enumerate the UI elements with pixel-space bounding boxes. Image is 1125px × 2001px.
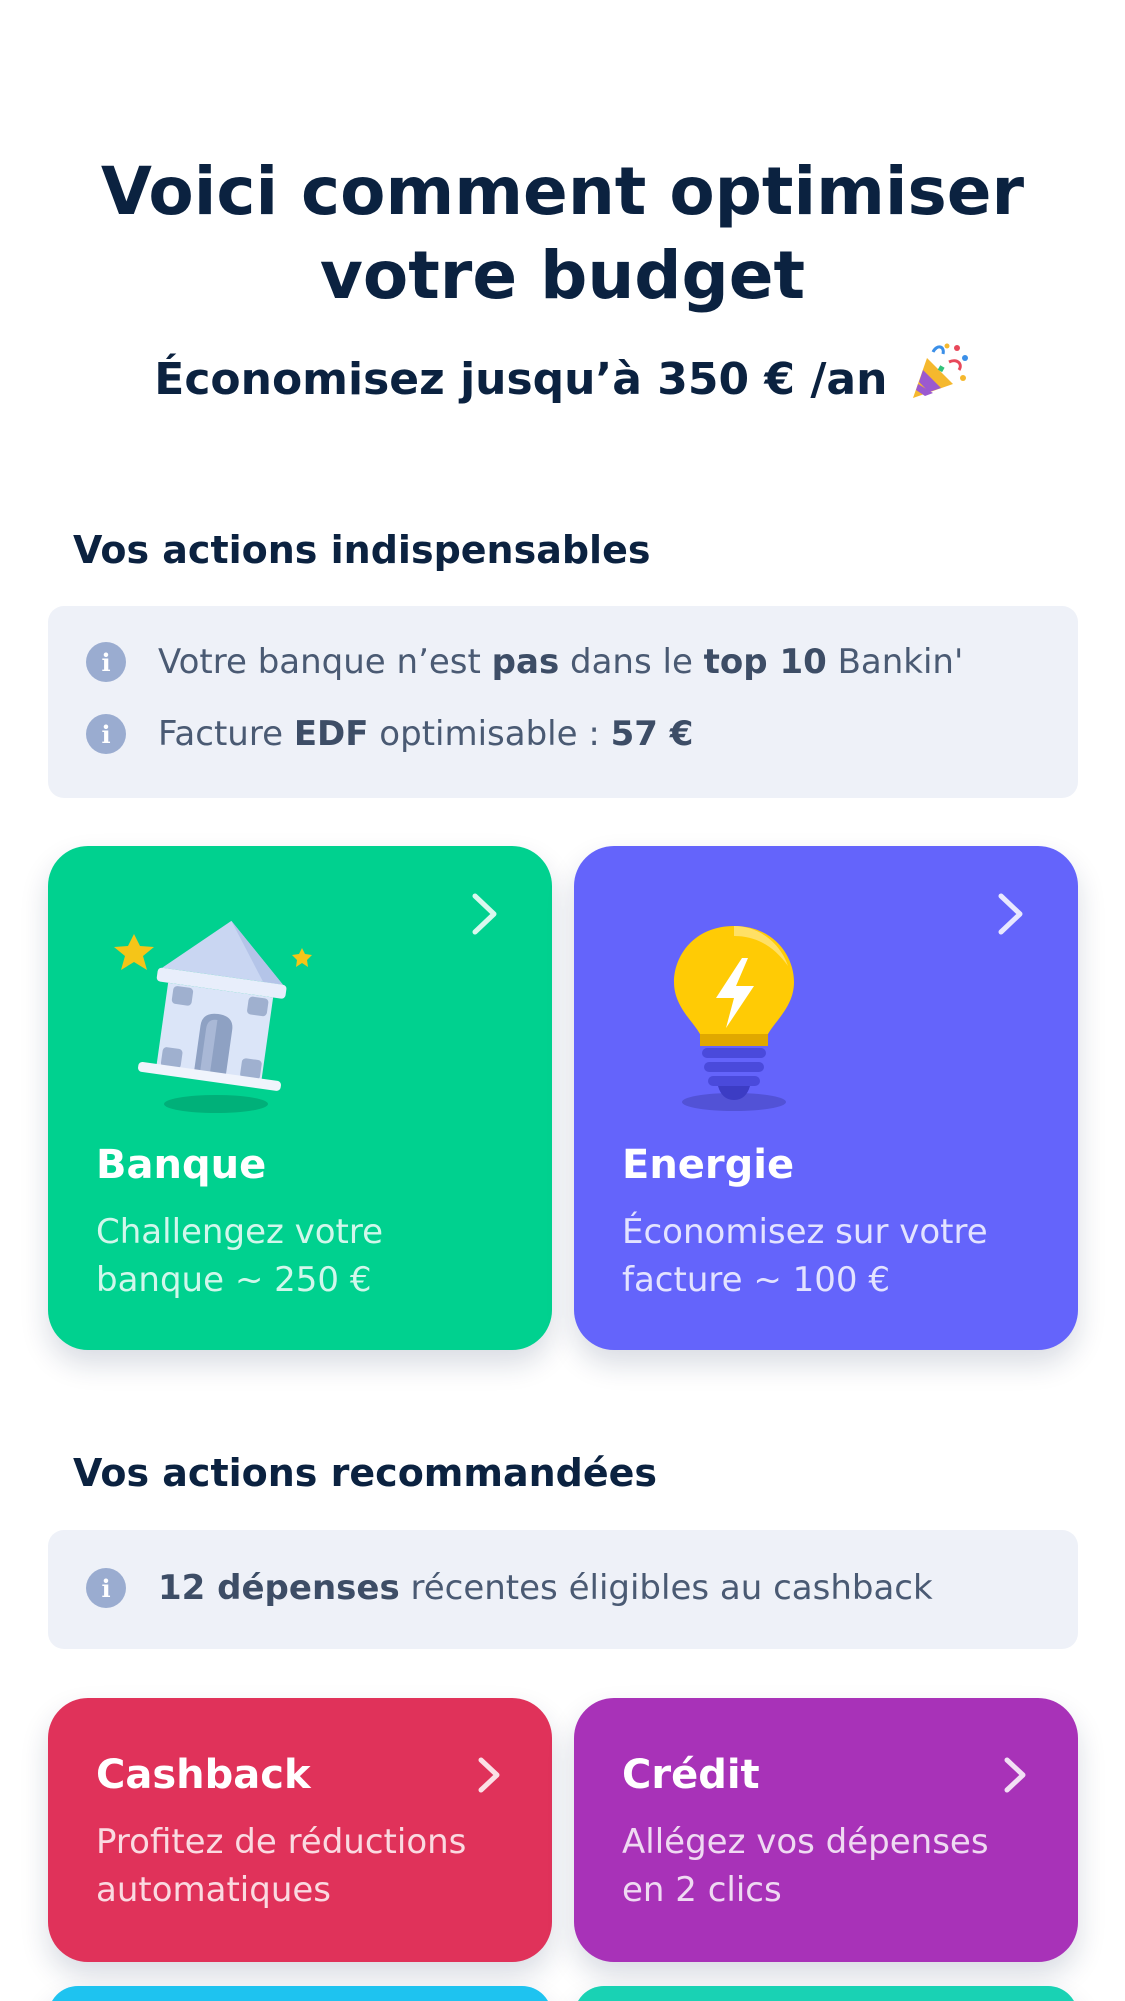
card-description-line: banque ~ 250 €: [96, 1260, 372, 1300]
savings-subtitle: Économisez jusqu’à 350 € /an: [60, 340, 1065, 418]
info-text-part: dans le: [559, 642, 704, 682]
info-row-edf: i Facture EDF optimisable : 57 €: [86, 714, 1058, 754]
info-text-bold: 57 €: [610, 714, 694, 754]
card-title: Energie: [622, 1142, 795, 1188]
card-partial-right[interactable]: [574, 1986, 1078, 2001]
card-description-line: Profitez de réductions: [96, 1822, 467, 1862]
card-description: Challengez votre banque ~ 250 €: [96, 1208, 512, 1304]
lightbulb-icon: [634, 906, 854, 1121]
info-text-bold: EDF: [293, 714, 369, 754]
page-title: Voici comment optimiser votre budget: [60, 150, 1065, 318]
card-description-line: Challengez votre: [96, 1212, 384, 1252]
info-row-cashback: i 12 dépenses récentes éligibles au cash…: [86, 1568, 1058, 1608]
info-text-part: récentes éligibles au cashback: [399, 1568, 933, 1608]
card-title: Banque: [96, 1142, 267, 1188]
info-icon: i: [86, 1568, 126, 1608]
savings-subtitle-text: Économisez jusqu’à 350 € /an: [154, 354, 888, 405]
card-description-line: en 2 clics: [622, 1870, 782, 1910]
info-row-bank: i Votre banque n’est pas dans le top 10 …: [86, 642, 1058, 682]
card-cashback[interactable]: Cashback Profitez de réductions automati…: [48, 1698, 552, 1962]
info-text-bold: top 10: [703, 642, 827, 682]
info-text-edf: Facture EDF optimisable : 57 €: [158, 714, 693, 754]
recommended-info-box: i 12 dépenses récentes éligibles au cash…: [48, 1530, 1078, 1649]
card-title: Cashback: [96, 1752, 311, 1798]
card-partial-left[interactable]: [48, 1986, 552, 2001]
essential-info-box: i Votre banque n’est pas dans le top 10 …: [48, 606, 1078, 798]
card-title: Crédit: [622, 1752, 760, 1798]
info-text-part: Bankin': [826, 642, 964, 682]
card-description: Allégez vos dépenses en 2 clics: [622, 1818, 1038, 1914]
info-text-bold: pas: [491, 642, 560, 682]
info-text-part: Facture: [158, 714, 294, 754]
page-title-line2: votre budget: [319, 237, 806, 314]
chevron-right-icon: [476, 1756, 502, 1799]
info-text-cashback: 12 dépenses récentes éligibles au cashba…: [158, 1568, 933, 1608]
chevron-right-icon: [1002, 1756, 1028, 1799]
card-description: Économisez sur votre facture ~ 100 €: [622, 1208, 1038, 1304]
card-credit[interactable]: Crédit Allégez vos dépenses en 2 clics: [574, 1698, 1078, 1962]
card-description-line: Économisez sur votre: [622, 1212, 988, 1252]
card-banque[interactable]: Banque Challengez votre banque ~ 250 €: [48, 846, 552, 1350]
info-text-bank: Votre banque n’est pas dans le top 10 Ba…: [158, 642, 963, 682]
info-icon: i: [86, 642, 126, 682]
card-description-line: facture ~ 100 €: [622, 1260, 890, 1300]
card-description-line: automatiques: [96, 1870, 332, 1910]
chevron-right-icon: [996, 892, 1026, 941]
info-text-part: Votre banque n’est: [158, 642, 492, 682]
card-energie[interactable]: Energie Économisez sur votre facture ~ 1…: [574, 846, 1078, 1350]
chevron-right-icon: [470, 892, 500, 941]
section-title-essential: Vos actions indispensables: [73, 528, 651, 572]
section-title-recommended: Vos actions recommandées: [73, 1451, 658, 1495]
optimisation-page: Voici comment optimiser votre budget Éco…: [0, 0, 1125, 2001]
card-description-line: Allégez vos dépenses: [622, 1822, 989, 1862]
info-text-bold: 12 dépenses: [158, 1568, 400, 1608]
card-description: Profitez de réductions automatiques: [96, 1818, 512, 1914]
bank-icon: [108, 906, 328, 1121]
party-popper-icon: [909, 340, 971, 418]
page-title-line1: Voici comment optimiser: [100, 153, 1025, 230]
info-text-part: optimisable :: [368, 714, 611, 754]
info-icon: i: [86, 714, 126, 754]
